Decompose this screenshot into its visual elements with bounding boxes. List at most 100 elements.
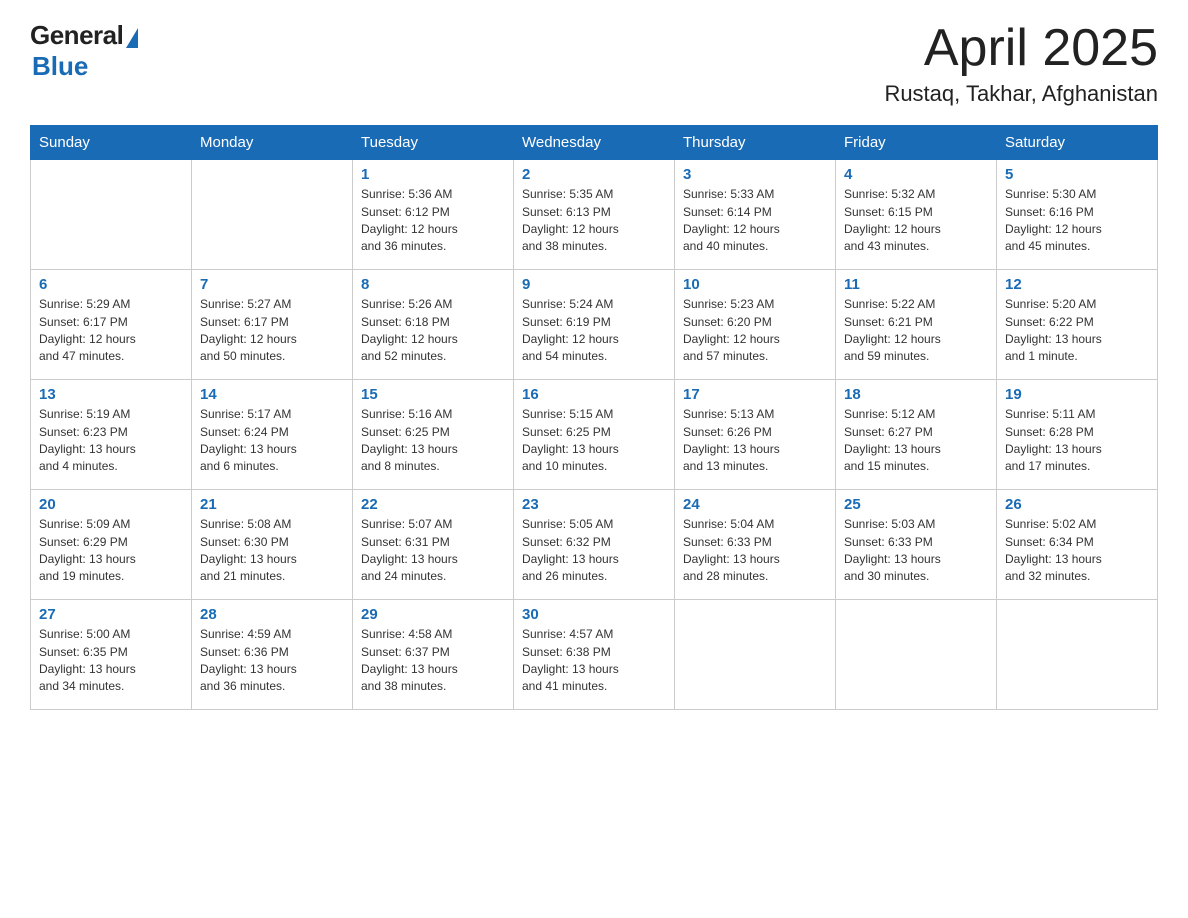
day-info: Sunrise: 5:30 AM Sunset: 6:16 PM Dayligh…	[1005, 186, 1149, 256]
day-info: Sunrise: 4:57 AM Sunset: 6:38 PM Dayligh…	[522, 626, 666, 696]
logo-general-text: General	[30, 20, 123, 51]
day-info: Sunrise: 4:59 AM Sunset: 6:36 PM Dayligh…	[200, 626, 344, 696]
calendar-cell: 12 Sunrise: 5:20 AM Sunset: 6:22 PM Dayli…	[997, 270, 1158, 380]
day-info: Sunrise: 5:08 AM Sunset: 6:30 PM Dayligh…	[200, 516, 344, 586]
day-info: Sunrise: 5:05 AM Sunset: 6:32 PM Dayligh…	[522, 516, 666, 586]
calendar-cell: 19 Sunrise: 5:11 AM Sunset: 6:28 PM Dayli…	[997, 380, 1158, 490]
calendar-cell: 6 Sunrise: 5:29 AM Sunset: 6:17 PM Daylig…	[31, 270, 192, 380]
column-header-wednesday: Wednesday	[514, 126, 675, 160]
day-info: Sunrise: 5:04 AM Sunset: 6:33 PM Dayligh…	[683, 516, 827, 586]
day-info: Sunrise: 5:02 AM Sunset: 6:34 PM Dayligh…	[1005, 516, 1149, 586]
calendar-cell: 30 Sunrise: 4:57 AM Sunset: 6:38 PM Dayli…	[514, 600, 675, 710]
calendar-cell: 17 Sunrise: 5:13 AM Sunset: 6:26 PM Dayli…	[675, 380, 836, 490]
day-info: Sunrise: 5:19 AM Sunset: 6:23 PM Dayligh…	[39, 406, 183, 476]
calendar-body: 1 Sunrise: 5:36 AM Sunset: 6:12 PM Daylig…	[31, 160, 1158, 710]
day-info: Sunrise: 5:27 AM Sunset: 6:17 PM Dayligh…	[200, 296, 344, 366]
calendar-cell: 22Sunrise: 5:07 AM Sunset: 6:31 PM Dayli…	[353, 490, 514, 600]
column-header-friday: Friday	[836, 126, 997, 160]
logo-blue-text: Blue	[32, 51, 88, 82]
day-number: 5	[1005, 166, 1149, 183]
day-info: Sunrise: 5:03 AM Sunset: 6:33 PM Dayligh…	[844, 516, 988, 586]
calendar-cell: 24 Sunrise: 5:04 AM Sunset: 6:33 PM Dayli…	[675, 490, 836, 600]
day-info: Sunrise: 5:26 AM Sunset: 6:18 PM Dayligh…	[361, 296, 505, 366]
calendar-title: April 2025	[884, 20, 1158, 77]
calendar-cell: 13 Sunrise: 5:19 AM Sunset: 6:23 PM Dayli…	[31, 380, 192, 490]
day-info: Sunrise: 5:29 AM Sunset: 6:17 PM Dayligh…	[39, 296, 183, 366]
day-number: 8	[361, 276, 505, 293]
day-number: 23	[522, 496, 666, 513]
day-number: 13	[39, 386, 183, 403]
calendar-table: SundayMondayTuesdayWednesdayThursdayFrid…	[30, 125, 1158, 710]
day-info: Sunrise: 5:35 AM Sunset: 6:13 PM Dayligh…	[522, 186, 666, 256]
day-number: 18	[844, 386, 988, 403]
column-header-monday: Monday	[192, 126, 353, 160]
calendar-cell	[31, 160, 192, 270]
day-number: 16	[522, 386, 666, 403]
day-info: Sunrise: 5:07 AM Sunset: 6:31 PM Dayligh…	[361, 516, 505, 586]
calendar-cell: 2 Sunrise: 5:35 AM Sunset: 6:13 PM Daylig…	[514, 160, 675, 270]
week-row-1: 1 Sunrise: 5:36 AM Sunset: 6:12 PM Daylig…	[31, 160, 1158, 270]
calendar-cell: 15 Sunrise: 5:16 AM Sunset: 6:25 PM Dayli…	[353, 380, 514, 490]
day-number: 12	[1005, 276, 1149, 293]
calendar-cell: 28Sunrise: 4:59 AM Sunset: 6:36 PM Dayli…	[192, 600, 353, 710]
day-number: 27	[39, 606, 183, 623]
day-number: 11	[844, 276, 988, 293]
column-header-tuesday: Tuesday	[353, 126, 514, 160]
day-info: Sunrise: 5:13 AM Sunset: 6:26 PM Dayligh…	[683, 406, 827, 476]
calendar-cell: 23 Sunrise: 5:05 AM Sunset: 6:32 PM Dayli…	[514, 490, 675, 600]
day-number: 2	[522, 166, 666, 183]
calendar-cell	[675, 600, 836, 710]
column-header-saturday: Saturday	[997, 126, 1158, 160]
week-row-2: 6 Sunrise: 5:29 AM Sunset: 6:17 PM Daylig…	[31, 270, 1158, 380]
calendar-cell: 11Sunrise: 5:22 AM Sunset: 6:21 PM Dayli…	[836, 270, 997, 380]
calendar-cell: 5 Sunrise: 5:30 AM Sunset: 6:16 PM Daylig…	[997, 160, 1158, 270]
week-row-5: 27 Sunrise: 5:00 AM Sunset: 6:35 PM Dayli…	[31, 600, 1158, 710]
day-number: 7	[200, 276, 344, 293]
day-info: Sunrise: 5:16 AM Sunset: 6:25 PM Dayligh…	[361, 406, 505, 476]
day-info: Sunrise: 5:12 AM Sunset: 6:27 PM Dayligh…	[844, 406, 988, 476]
day-number: 15	[361, 386, 505, 403]
calendar-cell: 21 Sunrise: 5:08 AM Sunset: 6:30 PM Dayli…	[192, 490, 353, 600]
day-number: 30	[522, 606, 666, 623]
calendar-cell: 27 Sunrise: 5:00 AM Sunset: 6:35 PM Dayli…	[31, 600, 192, 710]
day-number: 24	[683, 496, 827, 513]
day-info: Sunrise: 5:00 AM Sunset: 6:35 PM Dayligh…	[39, 626, 183, 696]
day-number: 9	[522, 276, 666, 293]
calendar-header: SundayMondayTuesdayWednesdayThursdayFrid…	[31, 126, 1158, 160]
week-row-3: 13 Sunrise: 5:19 AM Sunset: 6:23 PM Dayli…	[31, 380, 1158, 490]
day-number: 29	[361, 606, 505, 623]
calendar-cell: 7 Sunrise: 5:27 AM Sunset: 6:17 PM Daylig…	[192, 270, 353, 380]
calendar-cell: 26 Sunrise: 5:02 AM Sunset: 6:34 PM Dayli…	[997, 490, 1158, 600]
title-block: April 2025 Rustaq, Takhar, Afghanistan	[884, 20, 1158, 107]
day-info: Sunrise: 5:32 AM Sunset: 6:15 PM Dayligh…	[844, 186, 988, 256]
logo: General Blue	[30, 20, 138, 82]
calendar-cell: 20Sunrise: 5:09 AM Sunset: 6:29 PM Dayli…	[31, 490, 192, 600]
day-number: 25	[844, 496, 988, 513]
calendar-cell: 8 Sunrise: 5:26 AM Sunset: 6:18 PM Daylig…	[353, 270, 514, 380]
day-info: Sunrise: 5:17 AM Sunset: 6:24 PM Dayligh…	[200, 406, 344, 476]
day-number: 10	[683, 276, 827, 293]
day-number: 20	[39, 496, 183, 513]
day-number: 14	[200, 386, 344, 403]
calendar-cell: 18 Sunrise: 5:12 AM Sunset: 6:27 PM Dayli…	[836, 380, 997, 490]
calendar-cell: 1 Sunrise: 5:36 AM Sunset: 6:12 PM Daylig…	[353, 160, 514, 270]
day-number: 1	[361, 166, 505, 183]
header-row: SundayMondayTuesdayWednesdayThursdayFrid…	[31, 126, 1158, 160]
calendar-cell	[997, 600, 1158, 710]
day-number: 17	[683, 386, 827, 403]
calendar-cell: 9Sunrise: 5:24 AM Sunset: 6:19 PM Daylig…	[514, 270, 675, 380]
logo-triangle-icon	[126, 28, 138, 48]
day-number: 21	[200, 496, 344, 513]
column-header-thursday: Thursday	[675, 126, 836, 160]
day-number: 26	[1005, 496, 1149, 513]
calendar-cell: 10Sunrise: 5:23 AM Sunset: 6:20 PM Dayli…	[675, 270, 836, 380]
day-info: Sunrise: 5:36 AM Sunset: 6:12 PM Dayligh…	[361, 186, 505, 256]
day-number: 19	[1005, 386, 1149, 403]
calendar-cell	[836, 600, 997, 710]
day-info: Sunrise: 4:58 AM Sunset: 6:37 PM Dayligh…	[361, 626, 505, 696]
day-info: Sunrise: 5:20 AM Sunset: 6:22 PM Dayligh…	[1005, 296, 1149, 366]
day-number: 6	[39, 276, 183, 293]
column-header-sunday: Sunday	[31, 126, 192, 160]
day-number: 3	[683, 166, 827, 183]
day-info: Sunrise: 5:11 AM Sunset: 6:28 PM Dayligh…	[1005, 406, 1149, 476]
